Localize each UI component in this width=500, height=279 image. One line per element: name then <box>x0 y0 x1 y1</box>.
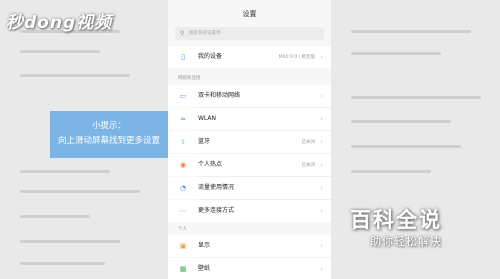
my-device-label: 我的设备 <box>198 53 223 60</box>
my-device-value: MIUI 9.0 | 稳定版 <box>278 55 315 60</box>
item-wlan[interactable]: ≈ WLAN › <box>168 108 331 130</box>
item-data-usage[interactable]: ◔ 流量使用情况 › <box>168 177 331 199</box>
wifi-icon: ≈ <box>180 115 186 123</box>
section-network: 网络和连接 <box>178 76 201 81</box>
item-label: 显示 <box>198 242 211 249</box>
search-icon: ⚲ <box>180 30 185 37</box>
item-label: 蓝牙 <box>198 138 211 145</box>
item-value: 已关闭 <box>301 163 316 168</box>
item-value: 已关闭 <box>301 140 316 145</box>
item-label: 双卡和移动网络 <box>198 92 241 99</box>
watermark-logo-top: 秒dong视频 <box>6 13 113 33</box>
bluetooth-icon: ᛟ <box>180 138 186 146</box>
chevron-right-icon: › <box>320 242 323 250</box>
item-label: 流量使用情况 <box>198 184 235 191</box>
hotspot-icon: ◉ <box>179 161 187 169</box>
sidebar-item-sim[interactable]: ▭ 双卡和移动网络 › <box>168 85 331 107</box>
watermark-brand: 百科全说 <box>350 208 442 232</box>
item-label: 壁纸 <box>198 265 211 272</box>
display-icon: ▣ <box>179 242 187 250</box>
device-icon: ▯ <box>181 53 185 61</box>
sim-icon: ▭ <box>179 92 187 100</box>
chevron-right-icon: › <box>320 161 323 169</box>
my-device-item[interactable]: ▯ 我的设备 MIUI 9.0 | 稳定版 › <box>168 46 331 68</box>
item-display[interactable]: ▣ 显示 › <box>168 235 331 257</box>
section-personal: 个人 <box>178 227 187 232</box>
item-hotspot[interactable]: ◉ 个人热点 已关闭 › <box>168 154 331 176</box>
more-icon: ⋯ <box>179 207 187 215</box>
chevron-right-icon: › <box>320 92 323 100</box>
item-label: WLAN <box>198 115 217 122</box>
chevron-right-icon: › <box>320 53 323 61</box>
item-more-connections[interactable]: ⋯ 更多连接方式 › <box>168 200 331 222</box>
chevron-right-icon: › <box>320 207 323 215</box>
page-title: 设置 <box>242 10 257 18</box>
chevron-right-icon: › <box>320 265 323 273</box>
watermark-slogan: 助你轻松解决 <box>370 235 442 248</box>
tip-box: 小提示： 向上滑动屏幕找到更多设置 <box>50 111 168 158</box>
item-bluetooth[interactable]: ᛟ 蓝牙 已关闭 › <box>168 131 331 153</box>
search-input[interactable]: ⚲ 搜索系统设置项 <box>175 27 324 40</box>
tip-text: 向上滑动屏幕找到更多设置 <box>57 136 160 146</box>
chevron-right-icon: › <box>320 184 323 192</box>
wallpaper-icon: ▦ <box>179 265 187 273</box>
chevron-right-icon: › <box>320 138 323 146</box>
settings-panel: 设置 ⚲ 搜索系统设置项 ▯ 我的设备 MIUI 9.0 | 稳定版 › 网络和… <box>168 0 331 279</box>
item-label: 更多连接方式 <box>198 207 235 214</box>
data-usage-icon: ◔ <box>179 184 187 192</box>
tip-title: 小提示： <box>91 121 126 131</box>
chevron-right-icon: › <box>320 115 323 123</box>
search-placeholder: 搜索系统设置项 <box>189 31 221 36</box>
item-wallpaper[interactable]: ▦ 壁纸 › <box>168 258 331 279</box>
item-label: 个人热点 <box>198 161 223 168</box>
